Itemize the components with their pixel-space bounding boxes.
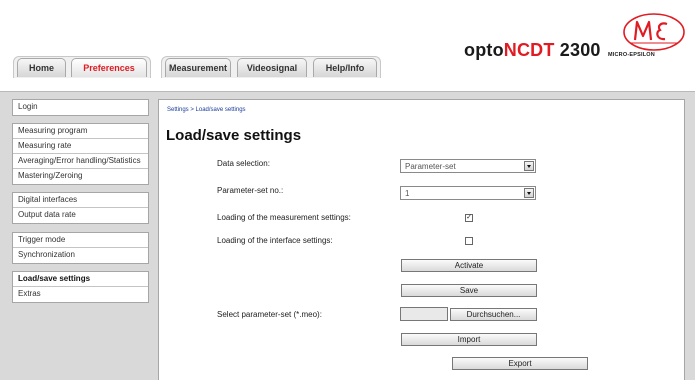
load-interface-label: Loading of the interface settings:	[217, 236, 333, 245]
sidebar-item-extras[interactable]: Extras	[13, 287, 148, 302]
data-selection-select[interactable]: Parameter-set	[400, 159, 536, 173]
sidebar-item-synchronization[interactable]: Synchronization	[13, 248, 148, 263]
data-selection-value: Parameter-set	[405, 162, 456, 171]
sidebar-group-settings: Load/save settings Extras	[12, 271, 149, 303]
check-icon: ✓	[466, 214, 472, 221]
tab-help-info[interactable]: Help/Info	[313, 58, 377, 77]
header: Home Preferences Measurement Videosignal…	[0, 0, 695, 92]
tab-measurement[interactable]: Measurement	[165, 58, 231, 77]
file-path-input[interactable]	[400, 307, 448, 321]
sidebar-item-trigger-mode[interactable]: Trigger mode	[13, 233, 148, 248]
import-button[interactable]: Import	[401, 333, 537, 346]
save-button[interactable]: Save	[401, 284, 537, 297]
parameter-set-select[interactable]: 1	[400, 186, 536, 200]
sidebar-item-mastering[interactable]: Mastering/Zeroing	[13, 169, 148, 184]
page-title: Load/save settings	[166, 127, 302, 144]
data-selection-label: Data selection:	[217, 159, 270, 168]
sidebar-group-interfaces: Digital interfaces Output data rate	[12, 192, 149, 224]
load-measurement-label: Loading of the measurement settings:	[217, 213, 351, 222]
sidebar-item-measuring-program[interactable]: Measuring program	[13, 124, 148, 139]
load-measurement-checkbox[interactable]: ✓	[465, 214, 473, 222]
sidebar-item-measuring-rate[interactable]: Measuring rate	[13, 139, 148, 154]
sidebar-item-login[interactable]: Login	[13, 100, 148, 115]
sidebar-group-measuring: Measuring program Measuring rate Averagi…	[12, 123, 149, 185]
main-panel: Settings > Load/save settings Load/save …	[158, 99, 685, 380]
sidebar-item-digital-interfaces[interactable]: Digital interfaces	[13, 193, 148, 208]
export-button[interactable]: Export	[452, 357, 588, 370]
tab-home[interactable]: Home	[17, 58, 66, 77]
logo-wordmark: MICRO-EPSILON	[608, 52, 655, 58]
chevron-down-icon[interactable]	[524, 188, 534, 198]
sidebar-item-output-data-rate[interactable]: Output data rate	[13, 208, 148, 223]
parameter-set-value: 1	[405, 189, 410, 198]
sidebar-item-load-save-settings[interactable]: Load/save settings	[13, 272, 148, 287]
tab-baseline	[0, 77, 695, 92]
sidebar-group-trigger: Trigger mode Synchronization	[12, 232, 149, 264]
select-file-label: Select parameter-set (*.meo):	[217, 310, 322, 319]
tab-preferences[interactable]: Preferences	[71, 58, 147, 77]
sidebar-group-login: Login	[12, 99, 149, 116]
load-interface-checkbox[interactable]	[465, 237, 473, 245]
browse-button[interactable]: Durchsuchen...	[450, 308, 537, 321]
chevron-down-icon[interactable]	[524, 161, 534, 171]
sidebar-item-averaging[interactable]: Averaging/Error handling/Statistics	[13, 154, 148, 169]
tab-videosignal[interactable]: Videosignal	[237, 58, 307, 77]
activate-button[interactable]: Activate	[401, 259, 537, 272]
product-name: optoNCDT 2300	[464, 40, 601, 60]
parameter-set-label: Parameter-set no.:	[217, 186, 284, 195]
breadcrumb[interactable]: Settings > Load/save settings	[167, 107, 246, 113]
